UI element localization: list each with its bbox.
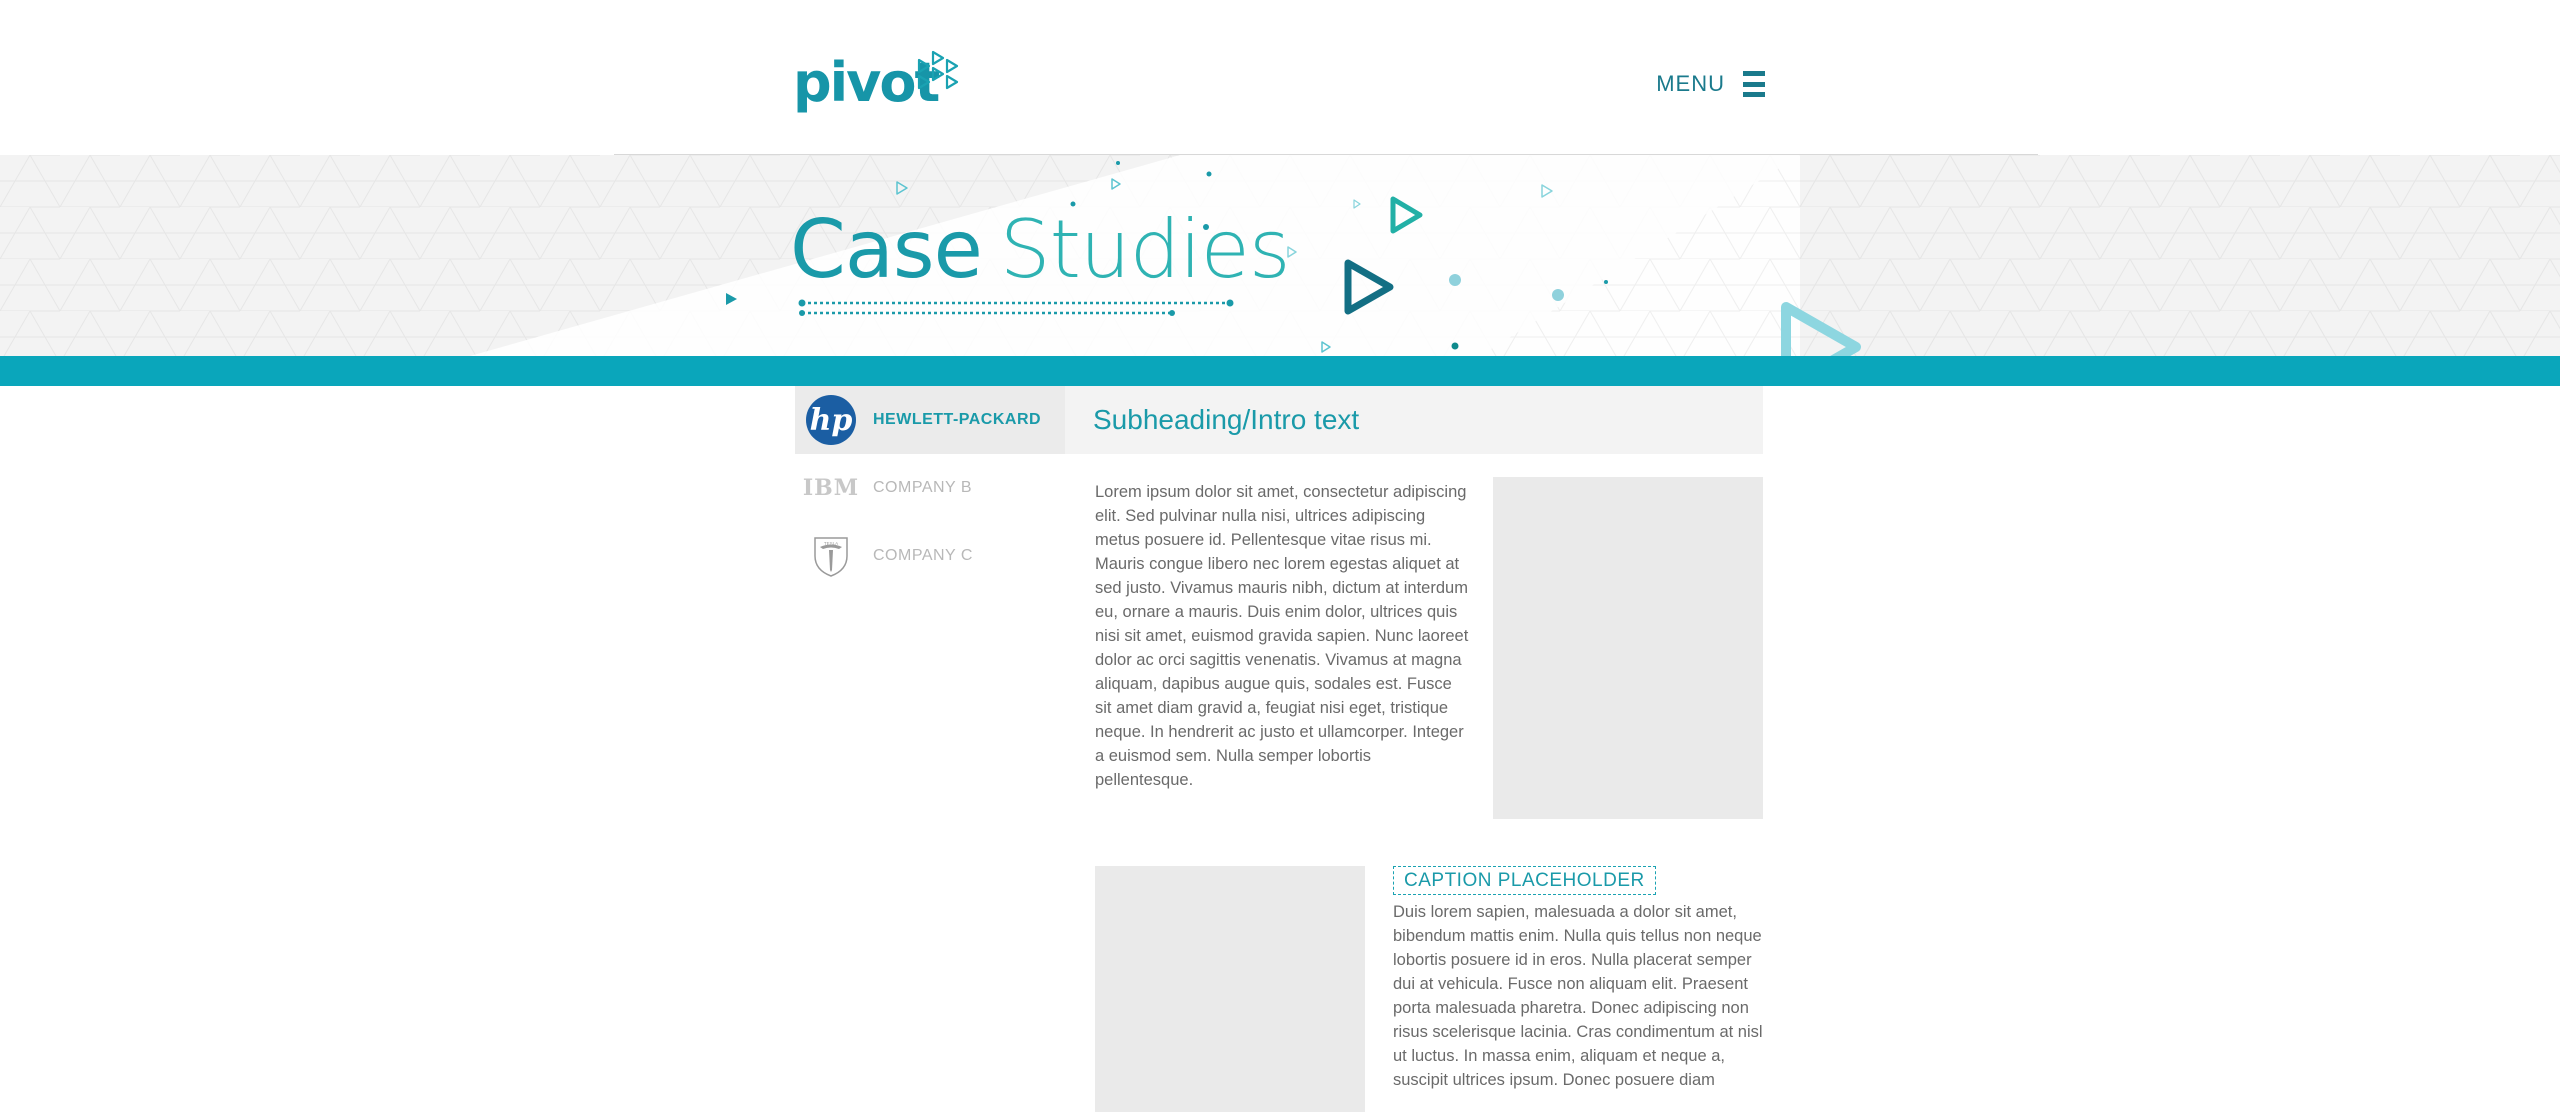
ibm-logo-icon: IBM [802,475,860,501]
sidebar-item-hewlett-packard[interactable]: hp HEWLETT-PACKARD [795,386,1065,454]
sidebar-item-label: COMPANY C [873,547,973,564]
page-title: Case Studies [790,203,1291,296]
subheading-bar: Subheading/Intro text [1065,386,1763,454]
tesla-logo-icon: TESLA [805,530,857,582]
body-paragraph-1: Lorem ipsum dolor sit amet, consectetur … [1095,483,1469,789]
sidebar-item-company-c[interactable]: TESLA COMPANY C [795,522,1065,590]
sidebar-item-label: COMPANY B [873,479,973,496]
caption-placeholder: CAPTION PLACEHOLDER [1393,866,1656,895]
hamburger-icon [1743,71,1765,97]
sidebar-item-label: HEWLETT-PACKARD [873,411,1042,428]
image-placeholder-2 [1095,866,1365,1112]
page-title-word1: Case [790,203,983,296]
sidebar-item-company-b[interactable]: IBM COMPANY B [795,454,1065,522]
image-placeholder-1 [1493,477,1763,819]
svg-text:TESLA: TESLA [824,541,838,546]
subheading: Subheading/Intro text [1093,404,1360,435]
menu-label: MENU [1656,71,1725,96]
hero-banner: Case Studies [0,155,2560,356]
page-title-word2: Studies [999,203,1291,296]
hp-logo-icon: hp [805,394,857,446]
accent-bar [0,356,2560,386]
pivot-logo[interactable]: pivot [793,48,973,118]
company-sidebar: hp HEWLETT-PACKARD IBM COMPANY B TESLA C… [795,386,1065,590]
site-header: pivot MENU [0,0,2560,155]
logo-triangles-icon [917,50,959,90]
menu-button[interactable]: MENU [1656,64,1765,104]
body-paragraph-2: Duis lorem sapien, malesuada a dolor sit… [1393,903,1763,1089]
